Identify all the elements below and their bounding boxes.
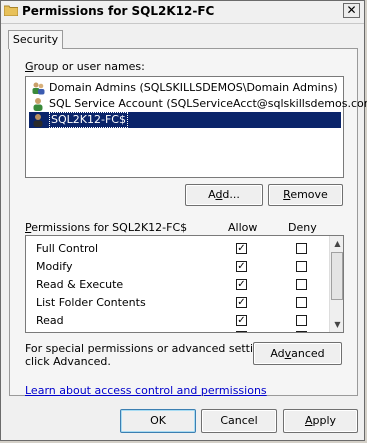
ok-button[interactable]: OK bbox=[120, 409, 196, 433]
window-title: Permissions for SQL2K12-FC bbox=[22, 4, 215, 18]
permission-row: List Folder Contents ✓ bbox=[26, 294, 328, 312]
cancel-button[interactable]: Cancel bbox=[201, 409, 277, 433]
permission-name: Read & Execute bbox=[36, 278, 124, 291]
permission-name: Full Control bbox=[36, 242, 99, 255]
list-item-sql-service-account[interactable]: SQL Service Account (SQLServiceAcct@sqls… bbox=[29, 96, 367, 112]
allow-checkbox[interactable]: ✓ bbox=[236, 331, 247, 332]
deny-checkbox[interactable] bbox=[296, 331, 307, 332]
tab-security[interactable]: Security bbox=[8, 30, 63, 49]
deny-checkbox[interactable] bbox=[296, 297, 307, 308]
allow-checkbox[interactable]: ✓ bbox=[236, 315, 247, 326]
allow-checkbox[interactable]: ✓ bbox=[236, 261, 247, 272]
folder-icon bbox=[4, 5, 18, 16]
scrollbar-thumb[interactable] bbox=[331, 252, 343, 300]
user-icon bbox=[33, 98, 43, 111]
list-item-sql2k12-fc[interactable]: SQL2K12-FC$ bbox=[29, 112, 341, 128]
computer-account-icon bbox=[33, 114, 43, 127]
group-icon bbox=[32, 82, 45, 95]
permission-row: Read ✓ bbox=[26, 312, 328, 330]
deny-checkbox[interactable] bbox=[296, 279, 307, 290]
permission-row: ✓ bbox=[26, 330, 328, 332]
remove-button[interactable]: Remove bbox=[268, 184, 343, 206]
special-permissions-text-line1: For special permissions or advanced sett… bbox=[25, 342, 277, 355]
allow-column-header: Allow bbox=[228, 221, 258, 234]
advanced-button[interactable]: Advanced bbox=[253, 342, 342, 365]
allow-checkbox[interactable]: ✓ bbox=[236, 279, 247, 290]
close-button[interactable]: ✕ bbox=[343, 3, 360, 18]
allow-checkbox[interactable]: ✓ bbox=[236, 243, 247, 254]
permission-row: Full Control ✓ bbox=[26, 240, 328, 258]
special-permissions-text-line2: click Advanced. bbox=[25, 355, 111, 368]
deny-column-header: Deny bbox=[288, 221, 317, 234]
permission-name: Read bbox=[36, 314, 64, 327]
permission-row: Modify ✓ bbox=[26, 258, 328, 276]
list-item-domain-admins[interactable]: Domain Admins (SQLSKILLSDEMOS\Domain Adm… bbox=[29, 80, 341, 96]
permissions-scrollbar[interactable]: ▲ ▼ bbox=[329, 236, 343, 332]
learn-more-link[interactable]: Learn about access control and permissio… bbox=[25, 384, 267, 397]
scroll-down-arrow-icon[interactable]: ▼ bbox=[330, 317, 343, 332]
deny-checkbox[interactable] bbox=[296, 243, 307, 254]
permission-row: Read & Execute ✓ bbox=[26, 276, 328, 294]
apply-button[interactable]: Apply bbox=[283, 409, 358, 433]
group-user-list[interactable]: Domain Admins (SQLSKILLSDEMOS\Domain Adm… bbox=[25, 76, 367, 178]
add-button[interactable]: Add... bbox=[185, 184, 263, 206]
permissions-label: Permissions for SQL2K12-FC$ bbox=[25, 221, 188, 234]
scroll-up-arrow-icon[interactable]: ▲ bbox=[330, 236, 343, 251]
permission-name: List Folder Contents bbox=[36, 296, 146, 309]
permission-name: Modify bbox=[36, 260, 73, 273]
deny-checkbox[interactable] bbox=[296, 261, 307, 272]
allow-checkbox[interactable]: ✓ bbox=[236, 297, 247, 308]
group-user-names-label: Group or user names: bbox=[25, 60, 145, 73]
permissions-list[interactable]: Full Control ✓ Modify ✓ Read & Execute ✓… bbox=[25, 235, 344, 333]
deny-checkbox[interactable] bbox=[296, 315, 307, 326]
